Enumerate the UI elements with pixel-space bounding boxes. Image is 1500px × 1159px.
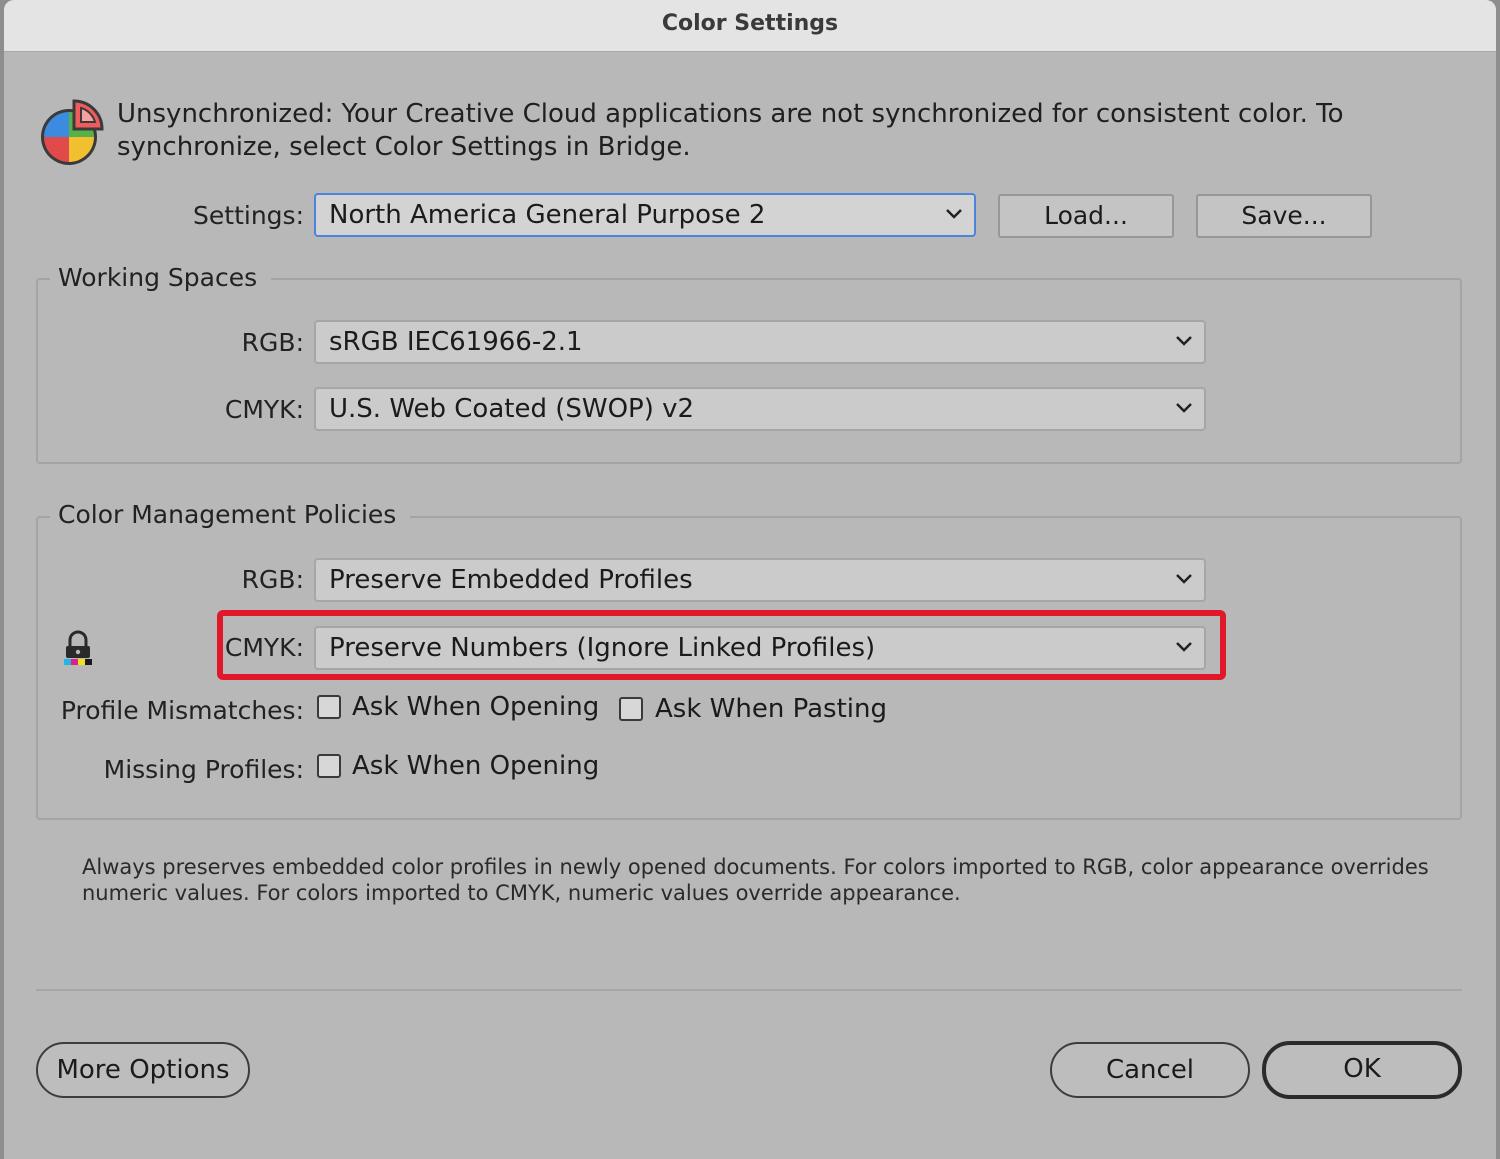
policy-cmyk-label: CMYK: (224, 633, 304, 662)
policy-cmyk-value: Preserve Numbers (Ignore Linked Profiles… (329, 633, 876, 663)
mismatch-ask-when-opening-label[interactable]: Ask When Opening (352, 692, 599, 722)
working-spaces-group (36, 278, 1462, 464)
ok-button[interactable]: OK (1262, 1041, 1462, 1099)
ws-cmyk-label: CMYK: (224, 395, 304, 424)
policy-rgb-value: Preserve Embedded Profiles (329, 565, 693, 595)
policy-cmyk-select[interactable]: Preserve Numbers (Ignore Linked Profiles… (314, 626, 1206, 670)
missing-ask-when-opening-label[interactable]: Ask When Opening (352, 751, 599, 781)
save-button[interactable]: Save... (1196, 194, 1372, 238)
profile-mismatches-label: Profile Mismatches: (60, 696, 304, 725)
policies-legend: Color Management Policies (50, 500, 411, 529)
policy-description-text: Always preserves embedded color profiles… (82, 855, 1429, 905)
ws-cmyk-value: U.S. Web Coated (SWOP) v2 (329, 394, 695, 424)
ws-rgb-select[interactable]: sRGB IEC61966-2.1 (314, 320, 1206, 364)
mismatch-ask-when-opening-checkbox[interactable] (317, 695, 341, 719)
chevron-down-icon (1176, 642, 1192, 652)
ws-rgb-label: RGB: (241, 328, 304, 357)
mismatch-ask-when-pasting-checkbox[interactable] (619, 697, 643, 721)
working-spaces-legend: Working Spaces (50, 263, 272, 292)
ws-rgb-value: sRGB IEC61966-2.1 (329, 327, 583, 357)
load-button[interactable]: Load... (998, 194, 1174, 238)
more-options-button[interactable]: More Options (36, 1042, 250, 1098)
title-bar[interactable]: Color Settings (4, 0, 1496, 52)
divider (36, 989, 1462, 991)
sync-status-message: Unsynchronized: Your Creative Cloud appl… (117, 99, 1344, 162)
settings-label: Settings: (193, 201, 304, 230)
chevron-down-icon (1176, 336, 1192, 346)
mismatch-ask-when-pasting-label[interactable]: Ask When Pasting (655, 694, 887, 724)
ws-cmyk-select[interactable]: U.S. Web Coated (SWOP) v2 (314, 387, 1206, 431)
dialog-title: Color Settings (661, 11, 839, 36)
color-settings-dialog: Color Settings Unsynchronized: Your Crea… (4, 0, 1496, 1159)
chevron-down-icon (1176, 574, 1192, 584)
policy-rgb-label: RGB: (241, 565, 304, 594)
missing-ask-when-opening-checkbox[interactable] (317, 754, 341, 778)
lock-icon (64, 630, 92, 665)
settings-select-value: North America General Purpose 2 (329, 200, 766, 230)
missing-profiles-label: Missing Profiles: (103, 755, 304, 784)
chevron-down-icon (946, 209, 962, 219)
cancel-button[interactable]: Cancel (1050, 1042, 1250, 1098)
creative-cloud-color-wheel-icon (41, 99, 104, 165)
settings-select[interactable]: North America General Purpose 2 (314, 193, 976, 237)
policy-rgb-select[interactable]: Preserve Embedded Profiles (314, 558, 1206, 602)
chevron-down-icon (1176, 403, 1192, 413)
